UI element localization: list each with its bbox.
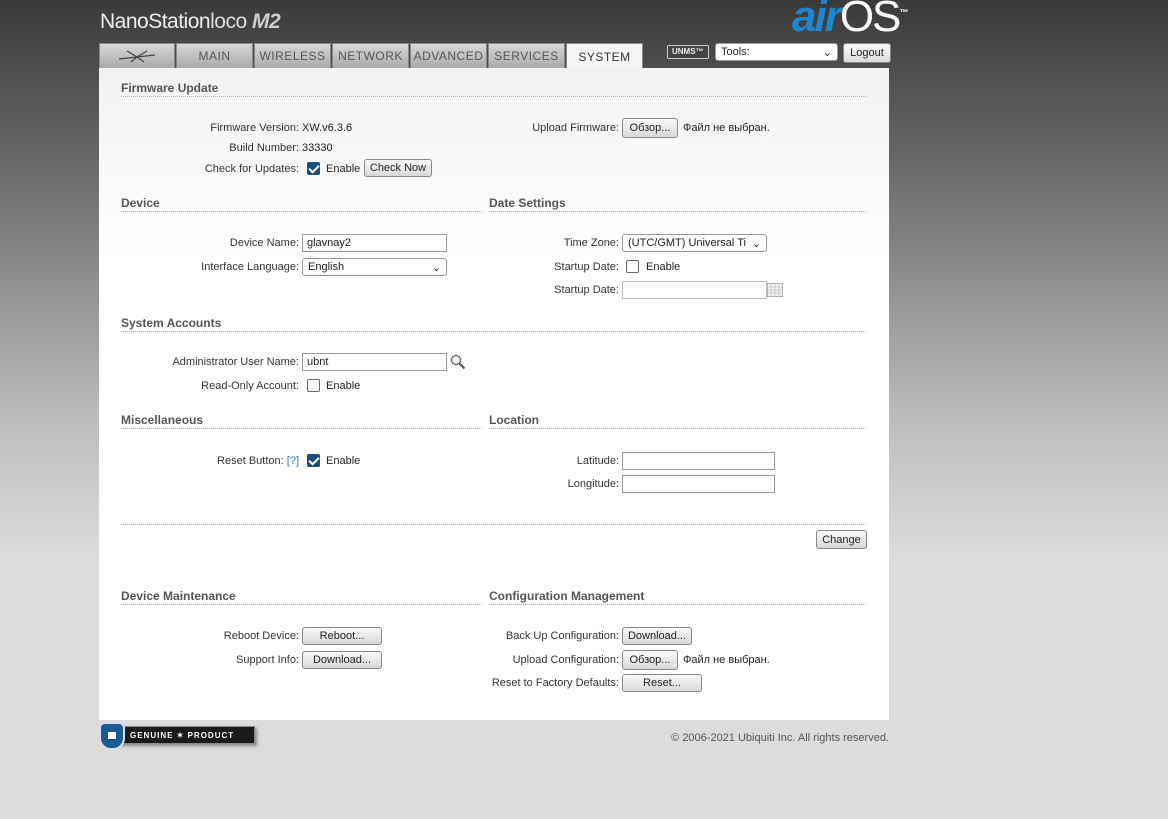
config-file-status: Файл не выбран. xyxy=(683,654,770,666)
startup-date-input[interactable] xyxy=(622,281,767,299)
tab-services[interactable]: SERVICES xyxy=(488,43,565,68)
location-title: Location xyxy=(489,413,539,427)
startup-date-checkbox[interactable] xyxy=(626,260,639,273)
check-updates-enable-label: Enable xyxy=(326,163,361,175)
tab-network[interactable]: NETWORK xyxy=(332,43,409,68)
date-settings-divider xyxy=(489,211,866,212)
magnifier-icon[interactable] xyxy=(450,354,466,370)
chevron-down-icon: ⌄ xyxy=(822,46,832,59)
admin-username-input[interactable]: ubnt xyxy=(302,353,447,371)
change-divider xyxy=(121,524,866,525)
longitude-label: Longitude: xyxy=(567,478,619,490)
latitude-input[interactable] xyxy=(622,452,775,470)
brand-loco: loco xyxy=(210,10,247,33)
firmware-divider xyxy=(121,96,866,97)
ubnt-logo-icon xyxy=(118,50,156,63)
time-zone-select[interactable]: (UTC/GMT) Universal Ti ⌄ xyxy=(622,234,767,252)
system-accounts-divider xyxy=(121,331,866,332)
time-zone-value: (UTC/GMT) Universal Ti xyxy=(628,237,746,249)
check-updates-checkbox[interactable] xyxy=(307,162,320,175)
system-panel: Firmware Update Firmware Version: XW.v6.… xyxy=(99,68,889,720)
device-divider xyxy=(121,211,482,212)
reboot-button[interactable]: Reboot... xyxy=(302,627,382,645)
configuration-management-divider xyxy=(489,604,866,605)
browse-firmware-button[interactable]: Обзор... xyxy=(622,118,678,138)
interface-language-select[interactable]: English ⌄ xyxy=(302,258,447,276)
chevron-down-icon: ⌄ xyxy=(751,237,761,250)
check-now-button[interactable]: Check Now xyxy=(364,159,432,177)
reset-button-help-link[interactable]: [?] xyxy=(287,455,299,467)
chevron-down-icon: ⌄ xyxy=(431,261,441,274)
genuine-product-badge: GENUINE ✶ PRODUCT xyxy=(99,722,257,750)
tools-select[interactable]: Tools: ⌄ xyxy=(715,43,838,61)
latitude-label: Latitude: xyxy=(576,455,619,467)
support-info-label: Support Info: xyxy=(236,654,299,666)
readonly-account-checkbox[interactable] xyxy=(307,379,320,392)
build-number-label: Build Number: xyxy=(229,142,299,154)
interface-language-value: English xyxy=(308,261,345,273)
browse-config-button[interactable]: Обзор... xyxy=(622,650,678,670)
copyright-text: © 2006-2021 Ubiquiti Inc. All rights res… xyxy=(671,732,889,744)
airos-air: air xyxy=(792,0,842,41)
miscellaneous-title: Miscellaneous xyxy=(121,413,204,427)
factory-reset-label: Reset to Factory Defaults: xyxy=(491,677,619,689)
startup-date-enable-label: Startup Date: xyxy=(554,261,619,273)
main-tabs: MAIN WIRELESS NETWORK ADVANCED SERVICES … xyxy=(99,43,644,69)
date-settings-title: Date Settings xyxy=(489,196,566,210)
upload-firmware-label: Upload Firmware: xyxy=(532,122,619,134)
firmware-title: Firmware Update xyxy=(121,81,219,95)
upload-config-label: Upload Configuration: xyxy=(512,654,619,666)
lock-shield-icon xyxy=(99,722,125,750)
tab-ubnt-logo[interactable] xyxy=(99,43,175,68)
brand-main: NanoStation xyxy=(100,10,211,33)
admin-username-label: Administrator User Name: xyxy=(172,356,299,368)
readonly-account-label: Read-Only Account: xyxy=(201,380,299,392)
interface-language-label: Interface Language: xyxy=(201,261,299,273)
reset-button-checkbox[interactable] xyxy=(307,454,320,467)
firmware-file-status: Файл не выбран. xyxy=(683,122,770,134)
firmware-version-value: XW.v6.3.6 xyxy=(302,122,353,134)
change-button[interactable]: Change xyxy=(816,530,867,549)
calendar-icon[interactable] xyxy=(767,283,783,297)
reset-button-label-wrap: Reset Button: [?] xyxy=(149,455,299,467)
build-number-value: 33330 xyxy=(302,142,333,154)
tab-wireless[interactable]: WIRELESS xyxy=(254,43,331,68)
tab-main[interactable]: MAIN xyxy=(176,43,253,68)
support-info-download-button[interactable]: Download... xyxy=(302,651,382,669)
device-name-label: Device Name: xyxy=(229,237,299,249)
tab-advanced[interactable]: ADVANCED xyxy=(410,43,487,68)
reset-button-enable-text: Enable xyxy=(326,455,361,467)
readonly-account-enable-text: Enable xyxy=(326,380,361,392)
startup-date-label: Startup Date: xyxy=(554,284,619,296)
firmware-version-label: Firmware Version: xyxy=(210,122,299,134)
logout-button[interactable]: Logout xyxy=(843,43,891,63)
unms-badge[interactable]: UNMS™ xyxy=(667,45,709,59)
device-maintenance-title: Device Maintenance xyxy=(121,589,236,603)
product-brand: NanoStationloco M2 xyxy=(100,10,281,34)
tab-system[interactable]: SYSTEM xyxy=(566,43,643,69)
location-divider xyxy=(489,428,866,429)
startup-date-enable-text: Enable xyxy=(646,261,681,273)
time-zone-label: Time Zone: xyxy=(563,237,619,249)
tools-label: Tools: xyxy=(721,46,750,58)
airos-logo: airOS™ xyxy=(792,0,908,42)
device-maintenance-divider xyxy=(121,604,482,605)
backup-config-label: Back Up Configuration: xyxy=(505,630,619,642)
system-accounts-title: System Accounts xyxy=(121,316,222,330)
brand-model: M2 xyxy=(251,10,281,33)
reboot-device-label: Reboot Device: xyxy=(223,630,299,642)
reset-button-label: Reset Button: xyxy=(217,455,284,467)
longitude-input[interactable] xyxy=(622,475,775,493)
airos-os: OS xyxy=(839,0,902,41)
device-name-input[interactable]: glavnay2 xyxy=(302,234,447,252)
backup-config-download-button[interactable]: Download... xyxy=(622,627,692,645)
configuration-management-title: Configuration Management xyxy=(489,589,645,603)
miscellaneous-divider xyxy=(121,428,482,429)
factory-reset-button[interactable]: Reset... xyxy=(622,674,702,692)
genuine-product-text: GENUINE ✶ PRODUCT xyxy=(109,726,255,744)
device-title: Device xyxy=(121,196,160,210)
airos-tm: ™ xyxy=(899,7,908,18)
check-updates-label: Check for Updates: xyxy=(204,163,299,175)
